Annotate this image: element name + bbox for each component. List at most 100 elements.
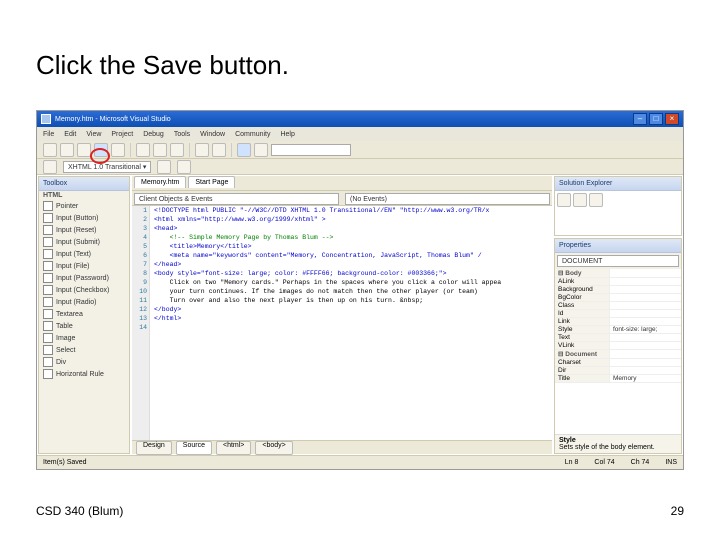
editor-gutter: 12 34 56 78 910 1112 1314 [132, 206, 150, 440]
cut-button[interactable] [136, 143, 150, 157]
copy-button[interactable] [153, 143, 167, 157]
objects-dropdown[interactable]: Client Objects & Events [134, 193, 339, 205]
properties-header[interactable]: Properties [555, 239, 681, 253]
property-grid[interactable]: ⊟ BodyALinkBackgroundBgColorClassIdLinkS… [555, 269, 681, 434]
input-icon [43, 285, 53, 295]
status-message: Item(s) Saved [43, 459, 87, 466]
textarea-icon [43, 309, 53, 319]
code-editor[interactable]: 12 34 56 78 910 1112 1314 <!DOCTYPE html… [132, 206, 552, 440]
document-tabstrip: Memory.htm Start Page [132, 176, 552, 190]
save-button[interactable] [94, 143, 108, 157]
window-title: Memory.htm - Microsoft Visual Studio [55, 116, 171, 123]
toolbox-item[interactable]: Input (Password) [39, 272, 129, 284]
toolbox-item[interactable]: Input (Text) [39, 248, 129, 260]
refresh-button[interactable] [557, 193, 571, 207]
menu-item[interactable]: Tools [174, 131, 190, 138]
toolbox-item[interactable]: Input (Button) [39, 212, 129, 224]
toolbox-section[interactable]: HTML [39, 191, 129, 200]
input-icon [43, 237, 53, 247]
events-dropdown[interactable]: (No Events) [345, 193, 550, 205]
menu-item[interactable]: Project [111, 131, 133, 138]
new-project-button[interactable] [43, 143, 57, 157]
property-help-text: Sets style of the body element. [559, 444, 677, 451]
style-application-button[interactable] [177, 160, 191, 174]
toolbox-header[interactable]: Toolbox [39, 177, 129, 191]
slide-title: Click the Save button. [36, 50, 289, 81]
toolbox-item[interactable]: Input (Submit) [39, 236, 129, 248]
input-icon [43, 297, 53, 307]
image-icon [43, 333, 53, 343]
document-tab[interactable]: Memory.htm [134, 176, 186, 188]
find-button[interactable] [254, 143, 268, 157]
toolbar-separator [231, 143, 232, 157]
paste-button[interactable] [170, 143, 184, 157]
validate-button[interactable] [157, 160, 171, 174]
hr-icon [43, 369, 53, 379]
add-item-button[interactable] [60, 143, 74, 157]
input-icon [43, 261, 53, 271]
doctype-combo[interactable]: XHTML 1.0 Transitional ▾ [63, 161, 151, 173]
start-debug-button[interactable] [237, 143, 251, 157]
find-combo[interactable] [271, 144, 351, 156]
toolbox-item[interactable]: Input (Checkbox) [39, 284, 129, 296]
save-all-button[interactable] [111, 143, 125, 157]
minimize-button[interactable]: – [633, 113, 647, 125]
menu-item[interactable]: File [43, 131, 54, 138]
format-button[interactable] [43, 160, 57, 174]
status-ins: INS [665, 459, 677, 466]
input-icon [43, 225, 53, 235]
statusbar: Item(s) Saved Ln 8 Col 74 Ch 74 INS [37, 455, 683, 469]
undo-button[interactable] [195, 143, 209, 157]
html-toolbar: XHTML 1.0 Transitional ▾ [37, 159, 683, 175]
show-all-button[interactable] [573, 193, 587, 207]
toolbar-separator [189, 143, 190, 157]
source-view-tab[interactable]: Source [176, 441, 212, 455]
vs-app-icon [41, 114, 51, 124]
code-text[interactable]: <!DOCTYPE html PUBLIC "-//W3C//DTD XHTML… [150, 206, 552, 440]
breadcrumb-tag[interactable]: <html> [216, 441, 251, 455]
slide-footer-left: CSD 340 (Blum) [36, 504, 123, 518]
div-icon [43, 357, 53, 367]
toolbox-item[interactable]: Table [39, 320, 129, 332]
table-icon [43, 321, 53, 331]
open-file-button[interactable] [77, 143, 91, 157]
menu-item[interactable]: Debug [143, 131, 164, 138]
toolbox-item[interactable]: Pointer [39, 200, 129, 212]
input-icon [43, 273, 53, 283]
properties-panel: Properties DOCUMENT ⊟ BodyALinkBackgroun… [554, 238, 682, 454]
toolbox-item[interactable]: Select [39, 344, 129, 356]
maximize-button[interactable]: □ [649, 113, 663, 125]
menu-item[interactable]: Window [200, 131, 225, 138]
close-button[interactable]: × [665, 113, 679, 125]
toolbox-panel: Toolbox HTML Pointer Input (Button) Inpu… [38, 176, 130, 454]
status-col: Col 74 [594, 459, 614, 466]
toolbar-separator [130, 143, 131, 157]
menu-item[interactable]: View [86, 131, 101, 138]
view-tabstrip: Design Source <html> <body> [132, 440, 552, 454]
toolbox-item[interactable]: Input (Radio) [39, 296, 129, 308]
solution-explorer-panel: Solution Explorer [554, 176, 682, 236]
menubar: File Edit View Project Debug Tools Windo… [37, 127, 683, 141]
toolbox-item[interactable]: Input (File) [39, 260, 129, 272]
toolbox-item[interactable]: Div [39, 356, 129, 368]
window-titlebar[interactable]: Memory.htm - Microsoft Visual Studio – □… [37, 111, 683, 127]
redo-button[interactable] [212, 143, 226, 157]
select-icon [43, 345, 53, 355]
menu-item[interactable]: Community [235, 131, 270, 138]
toolbox-item[interactable]: Image [39, 332, 129, 344]
properties-button[interactable] [589, 193, 603, 207]
status-char: Ch 74 [631, 459, 650, 466]
vs-window: Memory.htm - Microsoft Visual Studio – □… [36, 110, 684, 470]
breadcrumb-tag[interactable]: <body> [255, 441, 292, 455]
menu-item[interactable]: Edit [64, 131, 76, 138]
property-subject-combo[interactable]: DOCUMENT [557, 255, 679, 267]
document-tab[interactable]: Start Page [188, 176, 235, 188]
menu-item[interactable]: Help [280, 131, 294, 138]
design-view-tab[interactable]: Design [136, 441, 172, 455]
status-line: Ln 8 [565, 459, 579, 466]
toolbox-item[interactable]: Textarea [39, 308, 129, 320]
solution-explorer-header[interactable]: Solution Explorer [555, 177, 681, 191]
toolbox-item[interactable]: Input (Reset) [39, 224, 129, 236]
toolbox-item[interactable]: Horizontal Rule [39, 368, 129, 380]
property-help-title: Style [559, 437, 677, 444]
